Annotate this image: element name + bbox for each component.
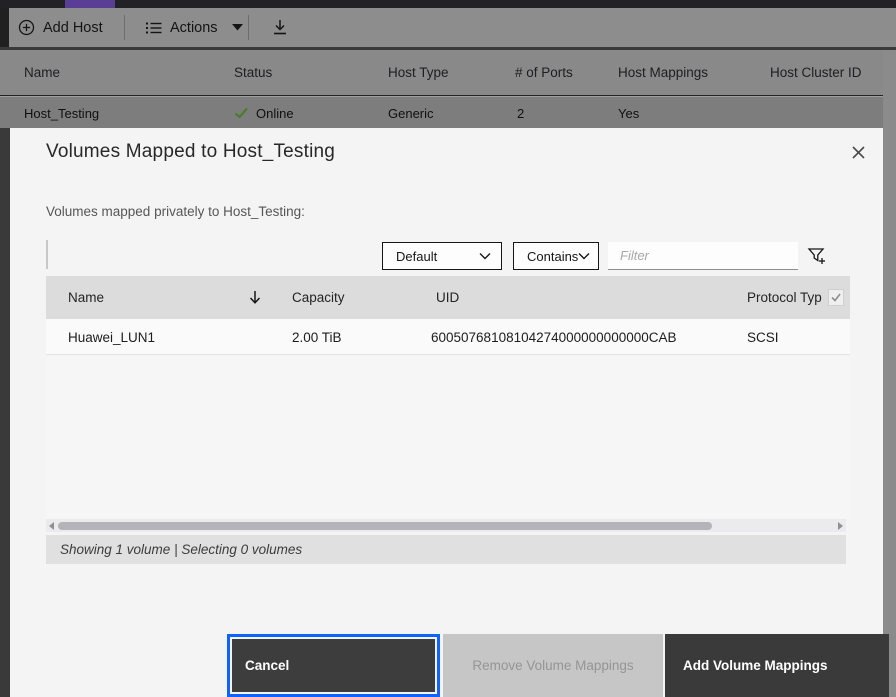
filter-toolbar-edge — [46, 240, 48, 269]
add-volume-mappings-button[interactable]: Add Volume Mappings — [665, 634, 889, 697]
chevron-down-icon — [479, 252, 491, 260]
status-text: Showing 1 volume | Selecting 0 volumes — [60, 542, 302, 557]
close-button[interactable] — [842, 136, 874, 168]
active-tab-indicator — [65, 0, 115, 8]
export-download-button[interactable] — [271, 8, 289, 47]
host-table-row[interactable]: Host_Testing Online Generic 2 Yes — [0, 96, 896, 128]
hosts-col-mappings[interactable]: Host Mappings — [618, 50, 708, 95]
sort-descending-icon[interactable] — [249, 276, 261, 319]
host-type-cell: Generic — [388, 97, 434, 129]
add-host-label: Add Host — [43, 20, 103, 36]
volumes-table-header: Name Capacity UID Protocol Typ — [46, 276, 850, 319]
chevron-down-icon — [578, 252, 590, 260]
dialog-title: Volumes Mapped to Host_Testing — [46, 141, 335, 163]
host-status-cell: Online — [234, 97, 294, 129]
hosts-col-cluster-id[interactable]: Host Cluster ID — [770, 50, 862, 95]
scroll-left-arrow[interactable] — [49, 522, 54, 530]
scroll-right-arrow[interactable] — [838, 522, 843, 530]
volume-uid-cell: 60050768108104274000000000000CAB — [431, 319, 677, 355]
volume-protocol-cell: SCSI — [747, 319, 779, 355]
hosts-col-host-type[interactable]: Host Type — [388, 50, 449, 95]
filter-scope-select[interactable]: Default — [382, 242, 502, 270]
download-icon — [271, 19, 289, 36]
hosts-toolbar: Add Host Actions — [0, 8, 896, 47]
host-name-cell: Host_Testing — [24, 97, 99, 129]
host-status-label: Online — [256, 106, 294, 121]
volumes-mapped-dialog: Volumes Mapped to Host_Testing Volumes m… — [10, 128, 883, 697]
volume-capacity-cell: 2.00 TiB — [292, 319, 342, 355]
hosts-col-name[interactable]: Name — [24, 50, 60, 95]
cancel-button[interactable]: Cancel — [227, 634, 440, 697]
horizontal-scrollbar[interactable] — [46, 519, 846, 532]
close-icon — [851, 145, 866, 160]
hosts-table-header: Name Status Host Type # of Ports Host Ma… — [0, 50, 896, 95]
scrollbar-thumb[interactable] — [58, 522, 712, 530]
online-check-icon — [234, 107, 249, 119]
filter-operator-value: Contains — [527, 249, 578, 264]
actions-label: Actions — [170, 20, 218, 36]
hosts-col-ports[interactable]: # of Ports — [515, 50, 573, 95]
caret-down-icon — [232, 24, 243, 31]
volume-name-cell: Huawei_LUN1 — [68, 319, 155, 355]
volumes-col-capacity[interactable]: Capacity — [292, 276, 345, 319]
add-button-label: Add Volume Mappings — [683, 658, 828, 673]
volumes-table-empty-area — [46, 356, 850, 519]
add-host-button[interactable]: Add Host — [18, 8, 103, 47]
add-circle-icon — [18, 19, 35, 36]
toolbar-divider — [124, 15, 125, 40]
volume-table-row[interactable]: Huawei_LUN1 2.00 TiB 6005076810810427400… — [46, 319, 850, 355]
dimmed-left-background — [0, 128, 10, 697]
host-mappings-cell: Yes — [618, 97, 639, 129]
table-status-bar: Showing 1 volume | Selecting 0 volumes — [46, 535, 846, 564]
volumes-col-protocol[interactable]: Protocol Typ — [747, 276, 833, 319]
hosts-col-status[interactable]: Status — [234, 50, 272, 95]
column-settings-icon[interactable] — [828, 289, 844, 306]
toolbar-divider — [248, 15, 249, 40]
volumes-col-name-label: Name — [68, 290, 104, 305]
add-filter-button[interactable] — [803, 242, 831, 270]
filter-scope-value: Default — [396, 249, 437, 264]
funnel-plus-icon — [807, 246, 827, 266]
volumes-col-uid[interactable]: UID — [436, 276, 459, 319]
host-ports-cell: 2 — [517, 97, 524, 129]
top-nav-bar — [0, 0, 896, 8]
volumes-col-name[interactable]: Name — [68, 276, 104, 319]
actions-dropdown-button[interactable]: Actions — [146, 8, 243, 47]
list-icon — [146, 21, 162, 35]
remove-button-label: Remove Volume Mappings — [472, 658, 633, 673]
cancel-button-label: Cancel — [245, 658, 289, 673]
filter-operator-select[interactable]: Contains — [513, 242, 599, 270]
dialog-subtitle: Volumes mapped privately to Host_Testing… — [46, 204, 305, 219]
filter-text-input[interactable] — [608, 242, 798, 270]
remove-volume-mappings-button-disabled: Remove Volume Mappings — [443, 634, 663, 697]
dimmed-right-background — [883, 50, 896, 697]
